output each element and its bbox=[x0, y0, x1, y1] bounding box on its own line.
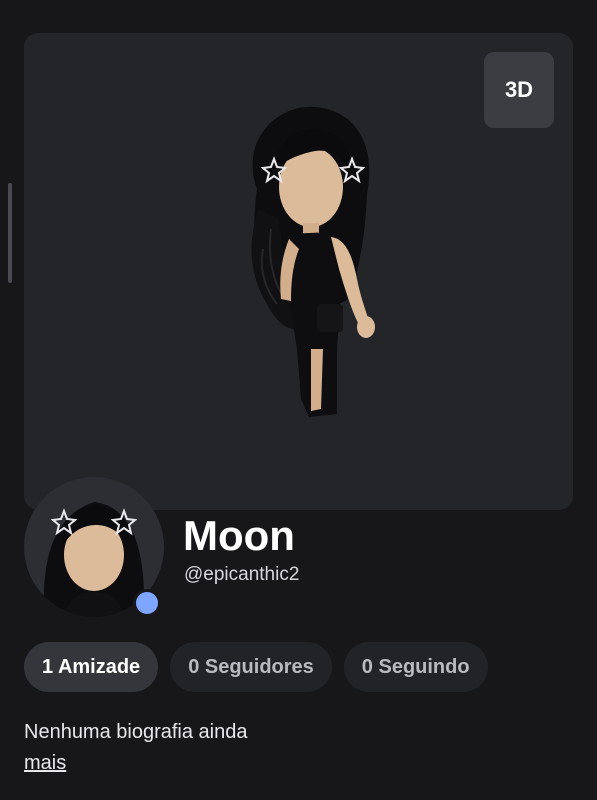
username: @epicanthic2 bbox=[184, 564, 300, 585]
avatar-figure bbox=[251, 106, 375, 417]
scroll-indicator[interactable] bbox=[8, 183, 12, 283]
view-3d-button[interactable]: 3D bbox=[484, 52, 554, 128]
profile-stats: 1 Amizade 0 Seguidores 0 Seguindo bbox=[24, 642, 488, 692]
friends-count-button[interactable]: 1 Amizade bbox=[24, 642, 159, 692]
following-count-button[interactable]: 0 Seguindo bbox=[343, 642, 488, 692]
profile-page: 3D Moon @epicanthic2 1 Amizade 0 Seguido… bbox=[0, 0, 597, 800]
followers-count-button[interactable]: 0 Seguidores bbox=[170, 642, 332, 692]
online-status-indicator bbox=[133, 589, 161, 617]
more-link[interactable]: mais bbox=[24, 752, 66, 775]
bio-text: Nenhuma biografia ainda bbox=[24, 721, 248, 743]
avatar-viewer[interactable]: 3D bbox=[24, 33, 573, 510]
display-name: Moon bbox=[183, 512, 295, 559]
